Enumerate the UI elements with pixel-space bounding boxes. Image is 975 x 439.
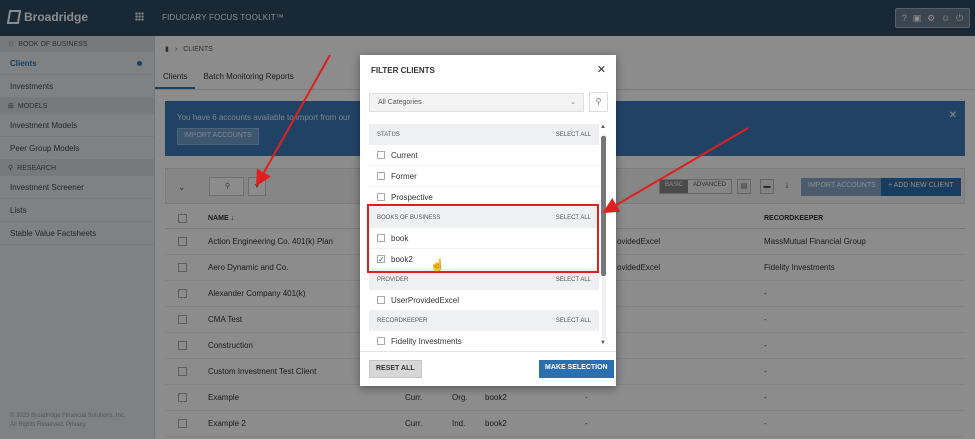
annotation-arrow-filter <box>256 54 331 187</box>
annotation-arrows <box>256 54 749 214</box>
annotation-arrow-books <box>602 127 749 214</box>
